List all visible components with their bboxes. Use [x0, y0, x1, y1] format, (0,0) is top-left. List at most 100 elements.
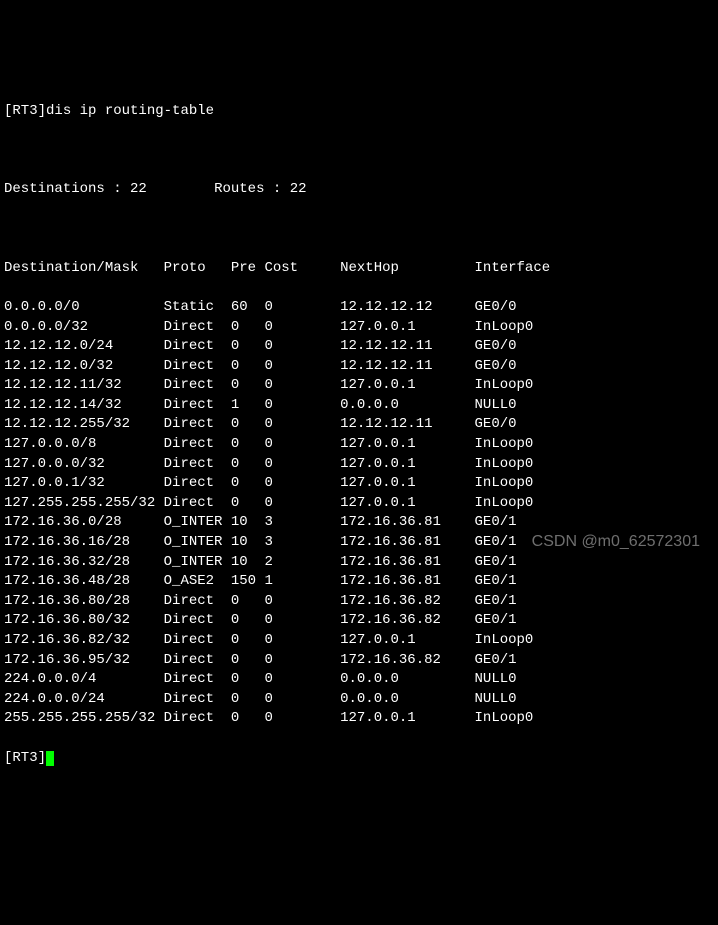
cell-proto: O_ASE2	[164, 572, 231, 592]
cell-nexthop: 12.12.12.11	[340, 337, 474, 357]
cell-cost: 3	[264, 513, 340, 533]
cell-nexthop: 172.16.36.81	[340, 572, 474, 592]
cell-nexthop: 127.0.0.1	[340, 631, 474, 651]
cell-dest: 127.255.255.255/32	[4, 494, 164, 514]
cell-cost: 0	[264, 592, 340, 612]
cell-pre: 10	[231, 553, 265, 573]
cell-nexthop: 127.0.0.1	[340, 474, 474, 494]
cell-proto: Direct	[164, 631, 231, 651]
cell-cost: 0	[264, 670, 340, 690]
cell-iface: InLoop0	[475, 474, 534, 494]
cell-iface: InLoop0	[475, 435, 534, 455]
routes-label: Routes :	[214, 181, 290, 197]
prompt-host: [RT3]	[4, 103, 46, 119]
cell-dest: 172.16.36.80/28	[4, 592, 164, 612]
prompt-host: [RT3]	[4, 750, 46, 766]
table-row: 12.12.12.255/32 Direct 0 0 12.12.12.11 G…	[4, 415, 718, 435]
command-text: dis ip routing-table	[46, 103, 214, 119]
cell-dest: 127.0.0.1/32	[4, 474, 164, 494]
cell-pre: 0	[231, 435, 265, 455]
cell-pre: 1	[231, 396, 265, 416]
dest-label: Destinations :	[4, 181, 130, 197]
blank-line	[4, 220, 718, 240]
cell-pre: 0	[231, 670, 265, 690]
table-row: 224.0.0.0/4 Direct 0 0 0.0.0.0 NULL0	[4, 670, 718, 690]
cell-pre: 10	[231, 533, 265, 553]
cell-iface: InLoop0	[475, 631, 534, 651]
prompt-line[interactable]: [RT3]	[4, 749, 718, 769]
cell-cost: 0	[264, 415, 340, 435]
table-row: 0.0.0.0/32 Direct 0 0 127.0.0.1 InLoop0	[4, 318, 718, 338]
cell-nexthop: 0.0.0.0	[340, 690, 474, 710]
cell-dest: 172.16.36.32/28	[4, 553, 164, 573]
cell-dest: 0.0.0.0/0	[4, 298, 164, 318]
cell-proto: O_INTER	[164, 533, 231, 553]
cell-dest: 172.16.36.16/28	[4, 533, 164, 553]
table-body: 0.0.0.0/0 Static 60 0 12.12.12.12 GE0/00…	[4, 298, 718, 729]
cell-iface: GE0/1	[475, 513, 517, 533]
cell-pre: 0	[231, 357, 265, 377]
cell-dest: 172.16.36.48/28	[4, 572, 164, 592]
cell-cost: 0	[264, 396, 340, 416]
cell-pre: 0	[231, 651, 265, 671]
cell-pre: 0	[231, 631, 265, 651]
cell-nexthop: 172.16.36.81	[340, 553, 474, 573]
table-row: 12.12.12.11/32 Direct 0 0 127.0.0.1 InLo…	[4, 376, 718, 396]
table-row: 255.255.255.255/32 Direct 0 0 127.0.0.1 …	[4, 709, 718, 729]
table-row: 172.16.36.80/28 Direct 0 0 172.16.36.82 …	[4, 592, 718, 612]
cell-cost: 0	[264, 474, 340, 494]
cell-cost: 0	[264, 435, 340, 455]
cell-iface: GE0/1	[475, 553, 517, 573]
cell-proto: Direct	[164, 651, 231, 671]
cell-dest: 224.0.0.0/24	[4, 690, 164, 710]
cell-nexthop: 172.16.36.81	[340, 513, 474, 533]
cell-cost: 0	[264, 494, 340, 514]
cell-cost: 0	[264, 631, 340, 651]
cell-dest: 0.0.0.0/32	[4, 318, 164, 338]
table-row: 127.0.0.1/32 Direct 0 0 127.0.0.1 InLoop…	[4, 474, 718, 494]
cell-iface: GE0/1	[475, 651, 517, 671]
cell-dest: 12.12.12.0/32	[4, 357, 164, 377]
cell-dest: 224.0.0.0/4	[4, 670, 164, 690]
cell-pre: 0	[231, 455, 265, 475]
table-row: 127.0.0.0/8 Direct 0 0 127.0.0.1 InLoop0	[4, 435, 718, 455]
cell-pre: 0	[231, 474, 265, 494]
table-row: 172.16.36.0/28 O_INTER 10 3 172.16.36.81…	[4, 513, 718, 533]
cell-proto: Direct	[164, 709, 231, 729]
cell-nexthop: 127.0.0.1	[340, 455, 474, 475]
cell-cost: 1	[264, 572, 340, 592]
cell-proto: Direct	[164, 357, 231, 377]
cell-nexthop: 0.0.0.0	[340, 670, 474, 690]
cell-proto: Direct	[164, 455, 231, 475]
cell-dest: 12.12.12.255/32	[4, 415, 164, 435]
cell-iface: InLoop0	[475, 376, 534, 396]
terminal-output[interactable]: [RT3]dis ip routing-table Destinations :…	[4, 82, 718, 787]
cursor-icon	[46, 751, 54, 766]
cell-proto: Direct	[164, 376, 231, 396]
cell-pre: 0	[231, 318, 265, 338]
table-row: 172.16.36.16/28 O_INTER 10 3 172.16.36.8…	[4, 533, 718, 553]
cell-cost: 0	[264, 376, 340, 396]
cell-proto: Direct	[164, 494, 231, 514]
cell-pre: 0	[231, 337, 265, 357]
cell-iface: GE0/0	[475, 415, 517, 435]
cell-pre: 60	[231, 298, 265, 318]
cell-iface: NULL0	[475, 396, 517, 416]
cell-nexthop: 172.16.36.82	[340, 651, 474, 671]
table-row: 172.16.36.80/32 Direct 0 0 172.16.36.82 …	[4, 611, 718, 631]
cell-pre: 0	[231, 611, 265, 631]
cell-proto: Direct	[164, 611, 231, 631]
cell-iface: InLoop0	[475, 709, 534, 729]
cell-proto: Direct	[164, 337, 231, 357]
cell-dest: 127.0.0.0/8	[4, 435, 164, 455]
cell-pre: 0	[231, 592, 265, 612]
cell-cost: 0	[264, 298, 340, 318]
cell-iface: InLoop0	[475, 494, 534, 514]
cell-pre: 0	[231, 494, 265, 514]
cell-cost: 0	[264, 455, 340, 475]
cell-proto: Direct	[164, 592, 231, 612]
cell-pre: 0	[231, 415, 265, 435]
cell-dest: 172.16.36.82/32	[4, 631, 164, 651]
table-row: 12.12.12.0/32 Direct 0 0 12.12.12.11 GE0…	[4, 357, 718, 377]
cell-proto: Static	[164, 298, 231, 318]
